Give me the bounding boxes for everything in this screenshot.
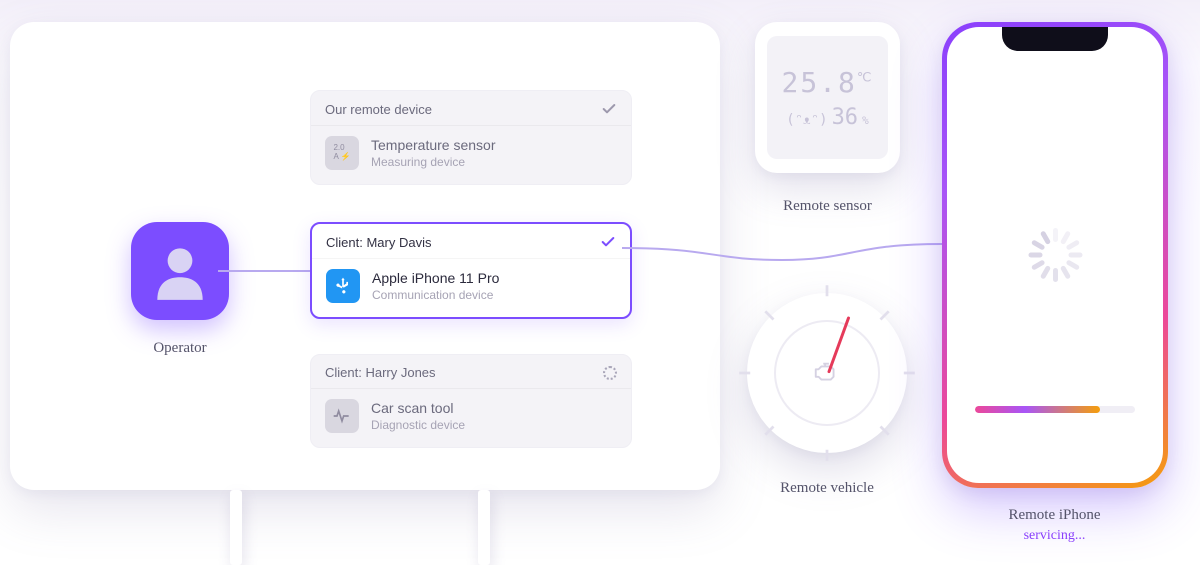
operator-avatar — [131, 222, 229, 320]
engine-icon — [812, 361, 842, 385]
device-name: Car scan tool — [371, 400, 465, 416]
usb-icon — [326, 269, 360, 303]
ecg-icon — [325, 399, 359, 433]
sensor-chip-icon: 2.0 A ⚡ — [325, 136, 359, 170]
device-card-iphone[interactable]: Client: Mary Davis Apple iPhone 11 Pro C… — [310, 222, 632, 319]
sensor-humidity: (ᵔᴥᵔ) 36% — [786, 105, 868, 130]
remote-vehicle-gauge — [747, 293, 907, 453]
sensor-temperature: 25.8℃ — [781, 66, 873, 99]
device-card-temperature-sensor[interactable]: Our remote device 2.0 A ⚡ Temperature se… — [310, 90, 632, 185]
loading-spinner-icon — [1028, 228, 1082, 282]
phone-status: servicing... — [1024, 528, 1086, 543]
sensor-screen: 25.8℃ (ᵔᴥᵔ) 36% — [767, 36, 888, 159]
device-subtitle: Measuring device — [371, 155, 496, 169]
panel-stand — [230, 490, 490, 565]
connector-operator — [218, 270, 310, 272]
device-card-header: Our remote device — [325, 102, 432, 117]
remote-iphone-device — [942, 22, 1168, 488]
device-subtitle: Diagnostic device — [371, 418, 465, 432]
gauge-dial — [774, 320, 880, 426]
device-card-car-scan[interactable]: Client: Harry Jones Car scan tool Diagno… — [310, 354, 632, 448]
operator-label: Operator — [120, 340, 240, 357]
operator-block: Operator — [120, 222, 240, 357]
phone-notch — [1002, 27, 1108, 51]
device-subtitle: Communication device — [372, 288, 499, 302]
loading-spinner-icon — [603, 366, 617, 380]
check-icon — [601, 101, 617, 117]
person-icon — [147, 238, 213, 304]
phone-screen — [947, 27, 1163, 483]
device-card-header: Client: Mary Davis — [326, 235, 431, 250]
progress-fill — [975, 406, 1100, 413]
remote-iphone-label: Remote iPhone servicing... — [942, 506, 1167, 545]
device-card-header: Client: Harry Jones — [325, 365, 436, 380]
progress-bar — [975, 406, 1135, 413]
remote-sensor-label: Remote sensor — [755, 198, 900, 215]
device-name: Apple iPhone 11 Pro — [372, 270, 499, 286]
remote-vehicle-label: Remote vehicle — [747, 480, 907, 497]
operator-panel: Operator Our remote device 2.0 A ⚡ Tempe… — [10, 22, 720, 490]
face-icon: (ᵔᴥᵔ) — [786, 112, 827, 129]
remote-sensor-device: 25.8℃ (ᵔᴥᵔ) 36% — [755, 22, 900, 173]
check-icon — [600, 234, 616, 250]
device-name: Temperature sensor — [371, 137, 496, 153]
